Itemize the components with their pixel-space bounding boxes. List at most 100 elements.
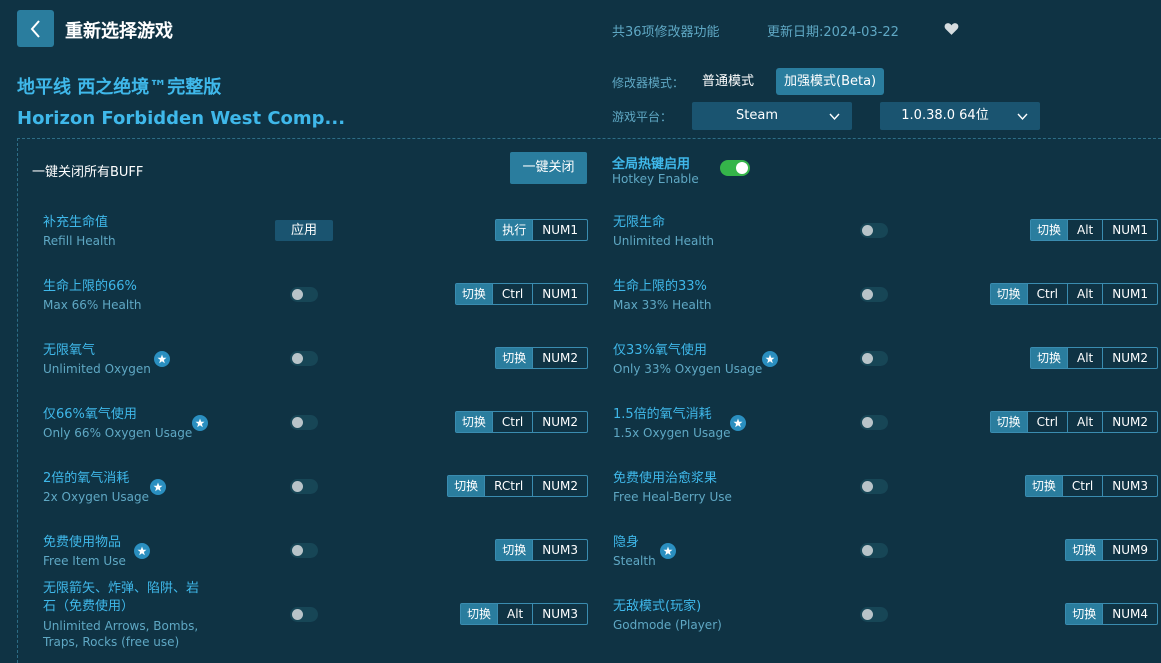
mode-label: 修改器模式： — [612, 76, 685, 90]
hotkey-action-label: 切换 — [1066, 604, 1103, 624]
heart-icon[interactable] — [943, 20, 960, 37]
hotkey-group[interactable]: 切换 NUM3 — [495, 539, 588, 561]
all-off-label: 一键关闭所有BUFF — [32, 165, 144, 180]
page-title: 重新选择游戏 — [65, 21, 173, 42]
hotkey-action-label: 执行 — [496, 220, 533, 240]
toggle-knob — [292, 417, 303, 428]
update-date: 更新日期:2024-03-22 — [767, 25, 899, 40]
feature-toggle[interactable] — [290, 479, 318, 494]
hotkey-key: Ctrl — [491, 412, 532, 432]
toggle-knob — [862, 353, 873, 364]
feature-name-en: Stealth — [613, 554, 656, 568]
hotkey-key: NUM2 — [532, 412, 587, 432]
hotkey-key: NUM1 — [1102, 284, 1157, 304]
feature-name-cn: 2倍的氧气消耗 — [43, 471, 130, 486]
feature-name-en: Unlimited Arrows, Bombs, — [43, 619, 199, 633]
feature-toggle[interactable] — [860, 607, 888, 622]
feature-name-en: 1.5x Oxygen Usage — [613, 426, 731, 440]
hotkey-key: Ctrl — [1061, 476, 1102, 496]
feature-toggle[interactable] — [860, 479, 888, 494]
toggle-knob — [862, 225, 873, 236]
feature-name-en: Only 33% Oxygen Usage — [613, 362, 763, 376]
star-icon — [150, 479, 166, 495]
feature-name-en: Max 33% Health — [613, 298, 712, 312]
feature-name-cn: 1.5倍的氧气消耗 — [613, 407, 712, 422]
platform-select[interactable]: Steam — [692, 102, 852, 130]
feature-name-cn: 无限氧气 — [43, 343, 96, 358]
star-icon — [154, 351, 170, 367]
hotkey-toggle[interactable] — [720, 160, 750, 176]
normal-mode-button[interactable]: 普通模式 — [700, 69, 756, 94]
feature-name-en: Unlimited Health — [613, 234, 715, 248]
feature-toggle[interactable] — [860, 415, 888, 430]
hotkey-action-label: 切换 — [990, 412, 1027, 432]
version-value: 1.0.38.0 64位 — [901, 108, 989, 123]
hotkey-group[interactable]: 切换 NUM2 — [495, 347, 588, 369]
hotkey-key: NUM1 — [532, 284, 587, 304]
star-icon — [134, 543, 150, 559]
hotkey-group[interactable]: 切换 NUM4 — [1065, 603, 1158, 625]
back-button[interactable] — [17, 10, 54, 47]
feature-name-cn: 无限生命 — [613, 215, 666, 230]
feature-toggle[interactable] — [860, 351, 888, 366]
hotkey-group[interactable]: 切换 RCtrl NUM2 — [447, 475, 588, 497]
hotkey-action-label: 切换 — [1030, 220, 1067, 240]
feature-toggle[interactable] — [290, 543, 318, 558]
star-icon — [762, 351, 778, 367]
toggle-knob — [862, 289, 873, 300]
hotkey-key: NUM3 — [1102, 476, 1157, 496]
hotkey-key: RCtrl — [484, 476, 532, 496]
hotkey-group[interactable]: 切换 Alt NUM3 — [459, 603, 588, 625]
feature-toggle[interactable] — [290, 415, 318, 430]
platform-label: 游戏平台： — [612, 110, 673, 124]
star-icon — [660, 543, 676, 559]
toggle-knob — [292, 545, 303, 556]
feature-count: 共36项修改器功能 — [612, 25, 720, 40]
toggle-knob — [736, 162, 748, 174]
hotkey-key: Alt — [1067, 348, 1102, 368]
feature-toggle[interactable] — [860, 223, 888, 238]
hotkey-key: NUM1 — [532, 220, 587, 240]
hotkey-group[interactable]: 执行 NUM1 — [495, 219, 588, 241]
hotkey-group[interactable]: 切换 Ctrl Alt NUM2 — [989, 411, 1158, 433]
hotkey-group[interactable]: 切换 Ctrl NUM2 — [454, 411, 588, 433]
enhanced-mode-button[interactable]: 加强模式(Beta) — [776, 68, 885, 95]
feature-name-en: Refill Health — [43, 234, 116, 248]
star-icon — [730, 415, 746, 431]
hotkey-action-label: 切换 — [1030, 348, 1067, 368]
feature-name-en: Traps, Rocks (free use) — [43, 635, 180, 649]
hotkey-action-label: 切换 — [496, 348, 533, 368]
version-select[interactable]: 1.0.38.0 64位 — [880, 102, 1040, 130]
star-icon — [192, 415, 208, 431]
hotkey-group[interactable]: 切换 Ctrl NUM3 — [1024, 475, 1158, 497]
feature-toggle[interactable] — [290, 287, 318, 302]
toggle-knob — [862, 481, 873, 492]
hotkey-key: Alt — [497, 604, 532, 624]
hotkey-group[interactable]: 切换 Alt NUM1 — [1029, 219, 1158, 241]
all-off-button[interactable]: 一键关闭 — [510, 152, 587, 184]
hotkey-key: NUM1 — [1102, 220, 1157, 240]
hotkey-key: NUM2 — [532, 476, 587, 496]
feature-name-cn: 生命上限的33% — [613, 279, 707, 294]
feature-name-cn: 无限箭矢、炸弹、陷阱、岩 — [43, 581, 200, 596]
hotkey-action-label: 切换 — [455, 412, 492, 432]
hotkey-group[interactable]: 切换 Ctrl NUM1 — [454, 283, 588, 305]
feature-name-en: Max 66% Health — [43, 298, 142, 312]
feature-name-cn: 免费使用物品 — [43, 535, 122, 550]
apply-button[interactable]: 应用 — [275, 220, 333, 241]
feature-toggle[interactable] — [860, 287, 888, 302]
feature-name-cn: 仅66%氧气使用 — [43, 407, 137, 422]
toggle-knob — [292, 353, 303, 364]
feature-toggle[interactable] — [290, 351, 318, 366]
feature-toggle[interactable] — [290, 607, 318, 622]
hotkey-group[interactable]: 切换 Alt NUM2 — [1029, 347, 1158, 369]
hotkey-key: Ctrl — [1026, 284, 1067, 304]
hotkey-action-label: 切换 — [496, 540, 533, 560]
hotkey-group[interactable]: 切换 Ctrl Alt NUM1 — [989, 283, 1158, 305]
game-name-cn: 地平线 西之绝境™完整版 — [17, 77, 222, 98]
hotkey-group[interactable]: 切换 NUM9 — [1065, 539, 1158, 561]
feature-name-en: Free Heal-Berry Use — [613, 490, 732, 504]
toggle-knob — [862, 417, 873, 428]
feature-name-cn: 仅33%氧气使用 — [613, 343, 707, 358]
feature-toggle[interactable] — [860, 543, 888, 558]
